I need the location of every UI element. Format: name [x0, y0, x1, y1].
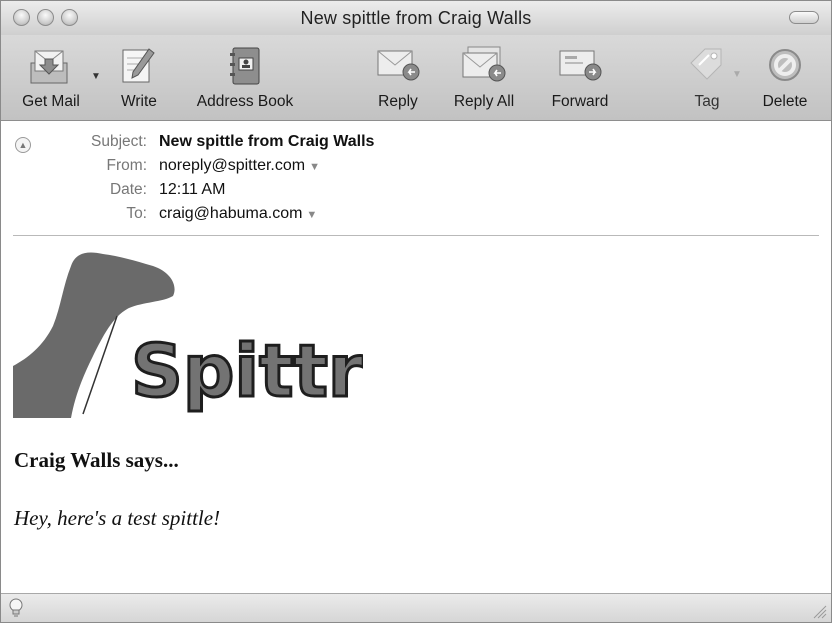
from-value[interactable]: noreply@spitter.com [159, 157, 305, 174]
date-value: 12:11 AM [159, 181, 226, 198]
forward-icon [559, 50, 602, 81]
reply-all-icon [462, 46, 506, 82]
delete-label: Delete [762, 93, 808, 110]
message-headers: ▲ Subject: New spittle from Craig Walls … [1, 121, 831, 235]
address-book-button[interactable]: Address Book [183, 35, 307, 120]
header-divider [13, 235, 819, 236]
status-bar [1, 593, 831, 622]
from-label: From: [106, 157, 147, 174]
date-row: Date: [1, 181, 147, 203]
title-bar[interactable]: New spittle from Craig Walls [1, 1, 831, 36]
author-says: Craig Walls says... [14, 448, 179, 472]
subject-value: New spittle from Craig Walls [159, 133, 375, 150]
reply-icon [377, 50, 420, 81]
get-mail-button[interactable]: ▼ Get Mail [11, 35, 101, 120]
write-button[interactable]: Write [111, 35, 167, 120]
tag-icon [690, 48, 722, 80]
spittr-logo-text: Spittr [131, 329, 363, 413]
to-dropdown-icon[interactable]: ▼ [306, 209, 317, 221]
tag-dropdown-icon[interactable]: ▼ [732, 69, 742, 80]
reply-all-label: Reply All [453, 93, 515, 110]
to-value[interactable]: craig@habuma.com [159, 205, 302, 222]
from-row: From: [1, 157, 147, 179]
toolbar-toggle-button[interactable] [789, 11, 819, 24]
reply-all-button[interactable]: Reply All [443, 35, 525, 120]
delete-icon [769, 49, 801, 81]
write-icon [122, 48, 155, 83]
from-field[interactable]: noreply@spitter.com ▼ [159, 157, 320, 175]
spittr-logo: Spittr [13, 252, 363, 418]
forward-label: Forward [551, 93, 609, 110]
tag-label: Tag [694, 93, 720, 110]
forward-button[interactable]: Forward [541, 35, 619, 120]
get-mail-icon [30, 50, 68, 84]
from-dropdown-icon[interactable]: ▼ [309, 161, 320, 173]
to-label: To: [126, 205, 147, 222]
get-mail-label: Get Mail [22, 93, 80, 110]
to-field[interactable]: craig@habuma.com ▼ [159, 205, 317, 223]
window-title: New spittle from Craig Walls [300, 8, 532, 28]
mail-window: New spittle from Craig Walls ▼ Get Mail … [0, 0, 832, 623]
lightbulb-icon[interactable] [7, 598, 25, 618]
toolbar: ▼ Get Mail Write Address Book Reply Repl… [1, 35, 831, 121]
get-mail-dropdown-icon[interactable]: ▼ [91, 71, 101, 82]
address-book-label: Address Book [196, 93, 294, 110]
delete-button[interactable]: Delete [753, 35, 817, 120]
subject-label: Subject: [90, 133, 147, 150]
subject-row: Subject: [1, 133, 147, 155]
date-label: Date: [109, 181, 147, 198]
resize-grip-icon[interactable] [811, 603, 827, 619]
reply-button[interactable]: Reply [367, 35, 429, 120]
address-book-icon [230, 47, 260, 85]
spittle-message: Hey, here's a test spittle! [14, 506, 221, 530]
to-row: To: [1, 205, 147, 227]
reply-label: Reply [378, 93, 418, 110]
tag-button[interactable]: ▼ Tag [681, 35, 742, 120]
write-label: Write [121, 93, 157, 110]
